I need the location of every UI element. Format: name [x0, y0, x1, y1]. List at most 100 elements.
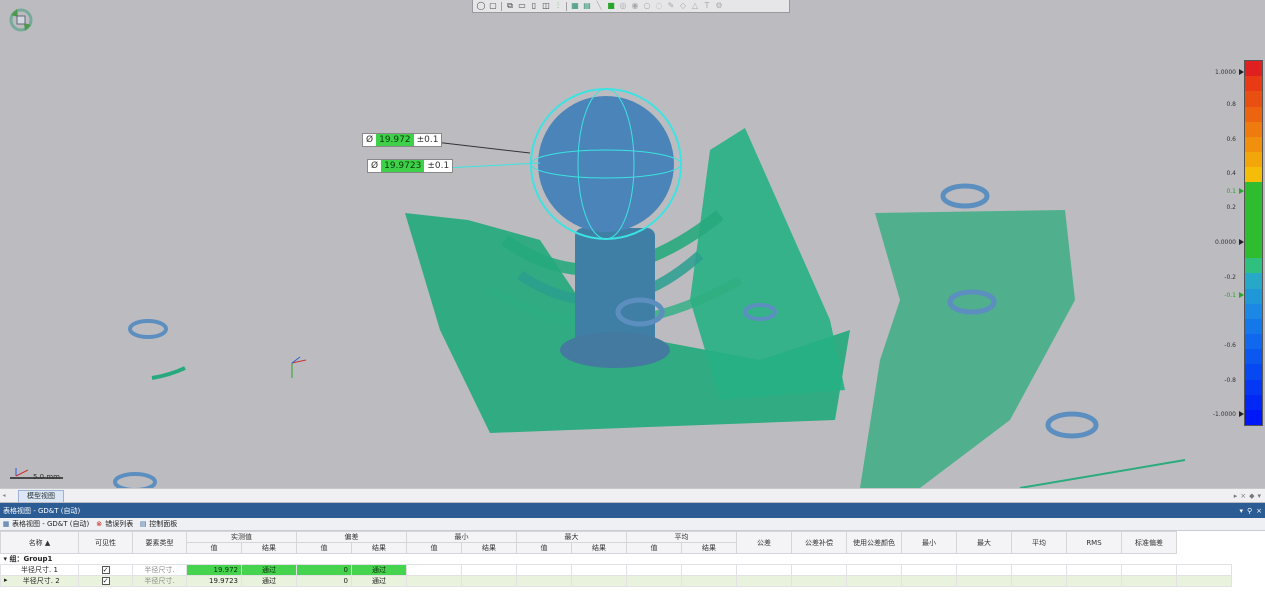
tab-label: 错误列表 [105, 520, 134, 528]
dimension-callout-1[interactable]: Ø 19.972 ±0.1 [362, 133, 443, 147]
col-max[interactable]: 最大 [516, 531, 627, 543]
expand-icon[interactable]: ▸ [4, 577, 8, 585]
sub-result[interactable]: 结果 [351, 542, 407, 554]
chevron-down-icon[interactable]: ▾ [1239, 507, 1243, 515]
results-table: 名称 ▲ 可见性 要素类型 实测值 偏差 最小 最大 平均 公差 公差补偿 使用… [0, 531, 1232, 587]
col-avg2[interactable]: 平均 [1011, 531, 1067, 554]
cylinder-icon[interactable]: ◌ [654, 1, 664, 11]
gdt-table: 名称 ▲ 可见性 要素类型 实测值 偏差 最小 最大 平均 公差 公差补偿 使用… [0, 531, 1265, 602]
expand-icon[interactable]: ▾ [4, 555, 8, 563]
legend-marker-icon[interactable] [1239, 188, 1244, 194]
legend-marker-icon[interactable] [1239, 239, 1244, 245]
table-icon[interactable]: ▤ [582, 1, 592, 11]
group-row[interactable]: ▾ 组：Group1 [1, 554, 1232, 565]
check-icon: ✓ [101, 577, 110, 585]
view-tab-controls: ▸ × ◆ ▾ [1234, 492, 1265, 500]
tab-table-view[interactable]: ▦ 表格视图 - GD&T (自动) [2, 519, 90, 529]
brush-icon[interactable]: ✎ [666, 1, 676, 11]
visibility-checkbox[interactable]: ✓ [78, 564, 133, 576]
col-feature-type[interactable]: 要素类型 [132, 531, 187, 554]
legend-color-segment [1245, 364, 1262, 380]
col-avg[interactable]: 平均 [626, 531, 737, 543]
color-square-icon[interactable]: ■ [606, 1, 616, 11]
col-min2[interactable]: 最小 [901, 531, 957, 554]
col-tolerance[interactable]: 公差 [736, 531, 792, 554]
sub-result[interactable]: 结果 [681, 542, 737, 554]
settings-icon[interactable]: ⚙ [714, 1, 724, 11]
legend-label: 0.4 [1226, 170, 1236, 177]
legend-color-segment [1245, 152, 1262, 168]
legend-marker-icon[interactable] [1239, 69, 1244, 75]
color-legend[interactable] [1244, 60, 1263, 426]
row-deviation: 0 [296, 564, 352, 576]
col-tolerance-comp[interactable]: 公差补偿 [791, 531, 847, 554]
circle-icon[interactable]: ◉ [630, 1, 640, 11]
scan-hole-5 [113, 472, 157, 488]
visibility-checkbox[interactable]: ✓ [78, 575, 133, 587]
dimension-callout-2[interactable]: Ø 19.9723 ±0.1 [367, 159, 454, 173]
split-view-icon[interactable]: ◫ [541, 1, 551, 11]
tab-control-panel[interactable]: ▤ 控制面板 [139, 519, 177, 529]
table-row[interactable]: ▸ 半径尺寸. 2 ✓ 半径尺寸. 19.9723 通过 0 通过 [0, 575, 1232, 587]
cone-icon[interactable]: △ [690, 1, 700, 11]
col-deviation[interactable]: 偏差 [296, 531, 407, 543]
col-std-dev[interactable]: 标准偏差 [1121, 531, 1177, 554]
check-icon: ✓ [101, 566, 110, 574]
col-use-tol-color[interactable]: 使用公差颜色 [846, 531, 902, 554]
panel-titlebar: 表格视图 - GD&T (自动) ▾ ⚲ × [0, 503, 1265, 518]
legend-marker-icon[interactable] [1239, 411, 1244, 417]
scan-scatter-right [860, 210, 1075, 488]
text-icon[interactable]: T [702, 1, 712, 11]
grid-icon[interactable]: ▦ [570, 1, 580, 11]
pin-icon[interactable]: ◆ [1249, 492, 1254, 500]
col-visibility[interactable]: 可见性 [78, 531, 133, 554]
legend-color-segment [1245, 273, 1262, 289]
sub-value[interactable]: 值 [406, 542, 462, 554]
sub-value[interactable]: 值 [296, 542, 352, 554]
chevron-down-icon[interactable]: ▾ [1257, 492, 1261, 500]
select-icon[interactable]: ◯ [476, 1, 486, 11]
side-view-icon[interactable]: ▯ [529, 1, 539, 11]
legend-marker-icon[interactable] [1239, 292, 1244, 298]
sub-result[interactable]: 结果 [461, 542, 517, 554]
row-result: 通过 [241, 564, 297, 576]
sub-result[interactable]: 结果 [241, 542, 297, 554]
legend-color-segment [1245, 182, 1262, 198]
scan-plate-right [690, 128, 845, 400]
3d-viewport[interactable]: ◯ ▢ ⧉ ▭ ▯ ◫ ⫶ ▦ ▤ ╲ ■ ◎ ◉ ○ ◌ ✎ ◇ △ T ⚙ … [0, 0, 1265, 488]
copy-icon[interactable]: ⧉ [505, 1, 515, 11]
sub-result[interactable]: 结果 [571, 542, 627, 554]
circle-icon[interactable]: ○ [642, 1, 652, 11]
line-icon[interactable]: ╲ [594, 1, 604, 11]
row-result: 通过 [241, 575, 297, 587]
sub-value[interactable]: 值 [516, 542, 572, 554]
scroll-left-icon[interactable]: ◂ [0, 492, 8, 499]
col-max2[interactable]: 最大 [956, 531, 1012, 554]
tab-model-view[interactable]: 模型视图 [18, 489, 64, 502]
legend-color-segment [1245, 197, 1262, 213]
cube-view-icon[interactable]: ▢ [488, 1, 498, 11]
tab-error-list[interactable]: ⊗ 错误列表 [95, 519, 133, 529]
legend-label: 0.0000 [1215, 239, 1236, 246]
col-min[interactable]: 最小 [406, 531, 517, 543]
sub-value[interactable]: 值 [626, 542, 682, 554]
reset-view-icon[interactable] [5, 5, 37, 35]
callout-value: 19.972 [376, 134, 414, 146]
align-icon[interactable]: ⫶ [553, 1, 563, 11]
circle-icon[interactable]: ◎ [618, 1, 628, 11]
toolbar-separator [501, 1, 502, 11]
plane-icon[interactable]: ◇ [678, 1, 688, 11]
pin-icon[interactable]: ⚲ [1247, 507, 1252, 515]
row-dev-result: 通过 [351, 575, 407, 587]
close-icon[interactable]: × [1240, 492, 1246, 500]
sub-value[interactable]: 值 [186, 542, 242, 554]
table-row[interactable]: 半径尺寸. 1 ✓ 半径尺寸. 19.972 通过 0 通过 [0, 564, 1232, 576]
close-icon[interactable]: × [1256, 507, 1262, 515]
scan-hole-1 [940, 183, 990, 209]
col-rms[interactable]: RMS [1066, 531, 1122, 554]
front-view-icon[interactable]: ▭ [517, 1, 527, 11]
col-measured[interactable]: 实测值 [186, 531, 297, 543]
scroll-right-icon[interactable]: ▸ [1234, 492, 1238, 500]
point-cloud-scene[interactable] [0, 0, 1265, 488]
col-name[interactable]: 名称 ▲ [0, 531, 79, 554]
